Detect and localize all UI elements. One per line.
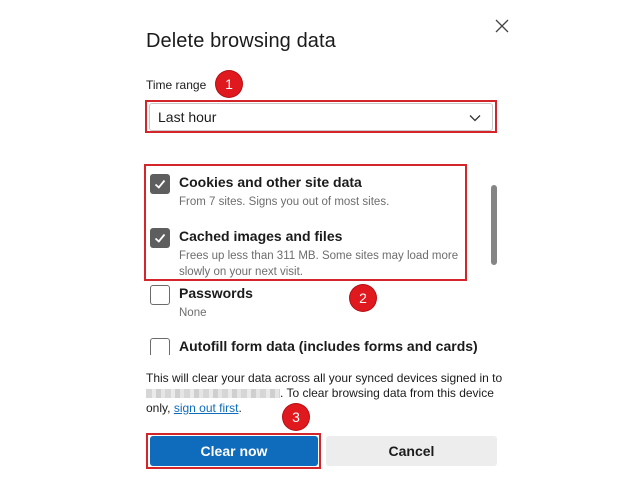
autofill-checkbox[interactable] — [150, 338, 170, 355]
option-cached-images: Cached images and files Frees up less th… — [150, 226, 470, 278]
option-cookies: Cookies and other site data From 7 sites… — [150, 172, 470, 222]
option-description: From 7 sites. Signs you out of most site… — [179, 196, 390, 208]
passwords-checkbox[interactable] — [150, 285, 170, 305]
checkmark-icon — [154, 233, 166, 243]
option-label: Cookies and other site data — [179, 174, 362, 190]
option-label: Passwords — [179, 285, 253, 301]
time-range-label: Time range — [146, 78, 207, 92]
option-description: None — [179, 307, 207, 319]
close-button[interactable] — [490, 14, 514, 38]
option-description: Frees up less than 311 MB. Some sites ma… — [179, 250, 459, 278]
cancel-button[interactable]: Cancel — [326, 436, 497, 466]
option-autofill: Autofill form data (includes forms and c… — [150, 336, 478, 355]
checkmark-icon — [154, 179, 166, 189]
cached-images-checkbox[interactable] — [150, 228, 170, 248]
chevron-down-icon — [469, 115, 481, 122]
delete-browsing-data-dialog: Delete browsing data Time range 1 Last h… — [0, 0, 644, 496]
cookies-checkbox[interactable] — [150, 174, 170, 194]
time-range-select[interactable]: Last hour — [149, 103, 493, 131]
step-badge-2: 2 — [350, 285, 376, 311]
dialog-title: Delete browsing data — [146, 30, 336, 52]
step-badge-1: 1 — [216, 71, 242, 97]
info-text-after: . — [238, 401, 242, 415]
option-passwords: Passwords None — [150, 283, 470, 323]
data-types-list: Cookies and other site data From 7 sites… — [140, 160, 480, 355]
scrollbar-thumb[interactable] — [491, 185, 497, 265]
clear-now-button[interactable]: Clear now — [150, 436, 318, 466]
info-text-before: This will clear your data across all you… — [146, 371, 503, 385]
option-label: Autofill form data (includes forms and c… — [179, 338, 478, 354]
time-range-value: Last hour — [158, 109, 217, 125]
close-icon — [495, 19, 509, 33]
option-label: Cached images and files — [179, 228, 343, 244]
step-badge-3: 3 — [283, 404, 309, 430]
sign-out-link[interactable]: sign out first — [174, 401, 239, 415]
redacted-account — [146, 389, 280, 399]
sync-info-text: This will clear your data across all you… — [146, 371, 516, 416]
